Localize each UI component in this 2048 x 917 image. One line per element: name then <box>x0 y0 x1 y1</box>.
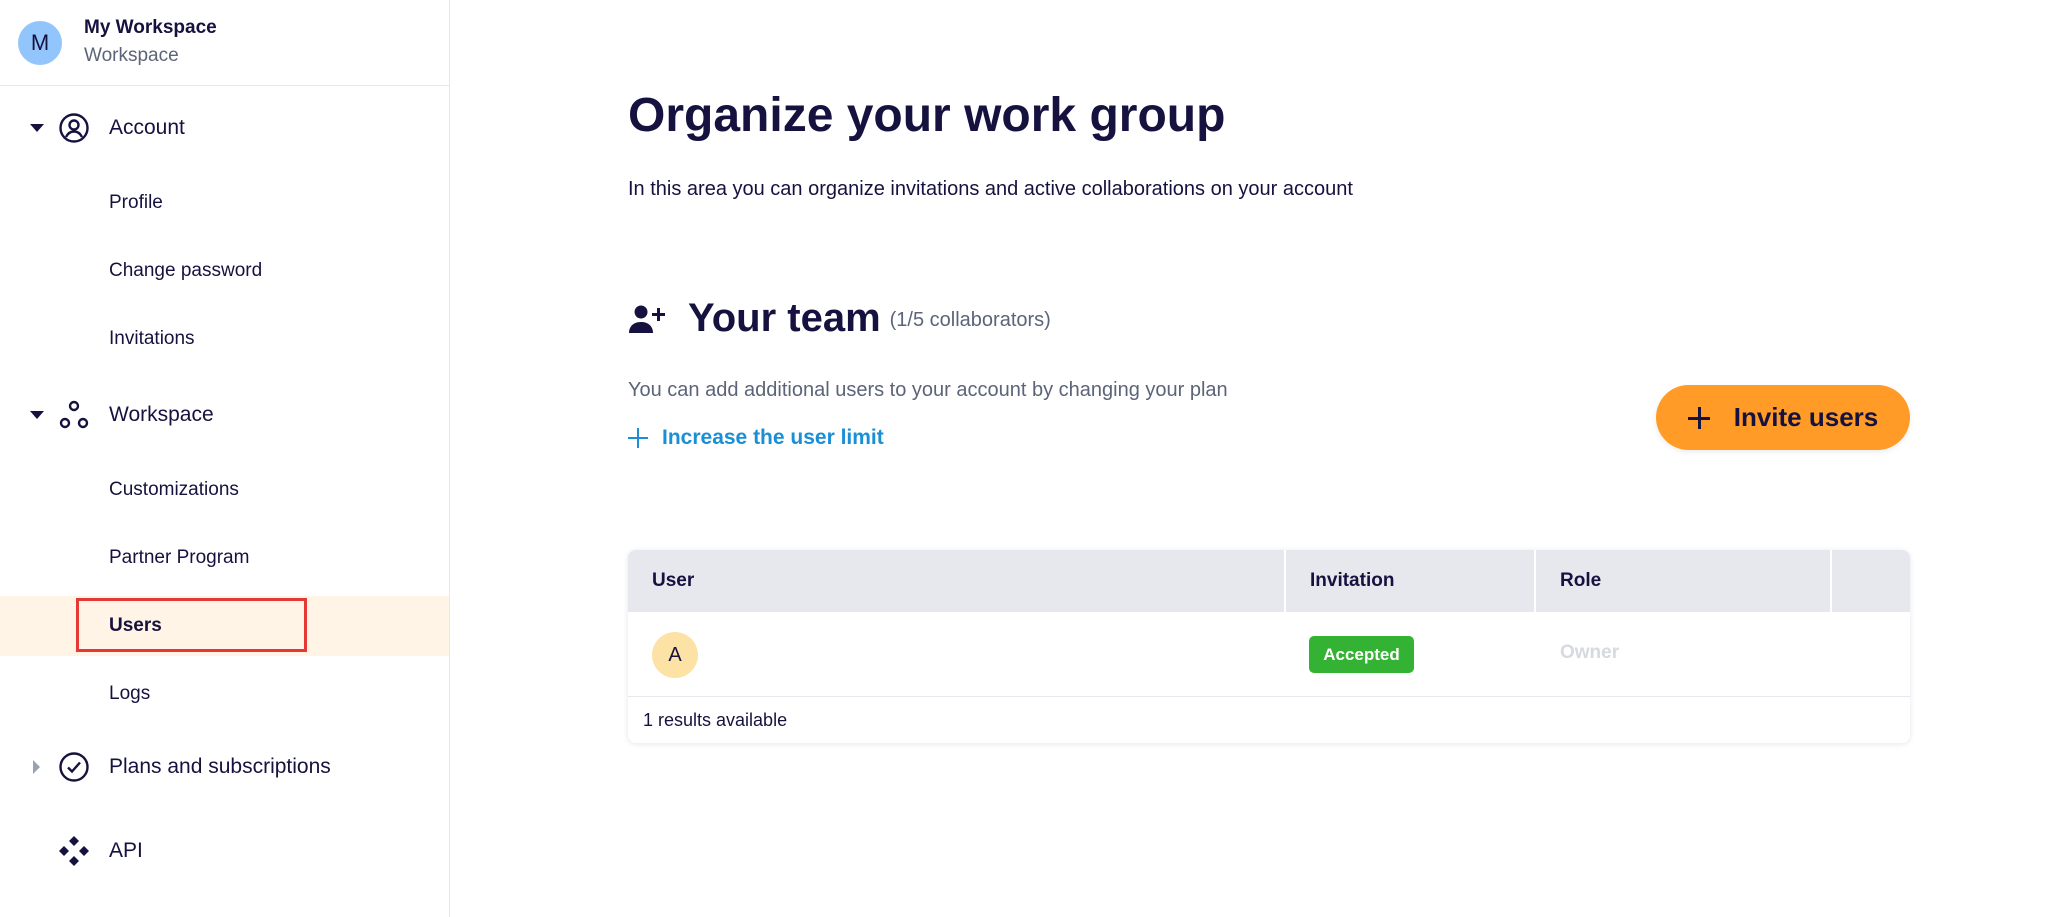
caret-down-icon <box>30 411 44 419</box>
sidebar-group-workspace[interactable]: Workspace <box>0 385 449 445</box>
increase-user-limit-label: Increase the user limit <box>662 426 884 449</box>
caret-right-icon <box>33 760 40 774</box>
add-user-icon <box>628 301 668 337</box>
sidebar-item-invitations[interactable]: Invitations <box>0 309 449 369</box>
page-description: In this area you can organize invitation… <box>628 178 1353 200</box>
sidebar-item-label: Logs <box>109 683 151 704</box>
page-title: Organize your work group <box>628 89 1226 142</box>
invitation-status-badge: Accepted <box>1309 636 1414 673</box>
team-header: Your team (1/5 collaborators) <box>628 296 1051 341</box>
api-diamonds-icon <box>56 833 92 869</box>
increase-user-limit-link[interactable]: Increase the user limit <box>628 426 884 450</box>
workspace-subtitle: Workspace <box>84 44 179 66</box>
sidebar-item-change-password[interactable]: Change password <box>0 241 449 301</box>
sidebar-item-label: Change password <box>109 260 263 281</box>
sidebar-item-label: Partner Program <box>109 547 250 568</box>
sidebar-group-plans[interactable]: Plans and subscriptions <box>0 737 449 797</box>
results-count: 1 results available <box>643 710 788 730</box>
sidebar-group-account[interactable]: Account <box>0 98 449 158</box>
sidebar-item-customizations[interactable]: Customizations <box>0 460 449 520</box>
sidebar-group-label: API <box>109 839 143 862</box>
column-header-user[interactable]: User <box>628 550 1284 612</box>
workspace-header[interactable]: M My Workspace Workspace <box>0 0 449 86</box>
column-header-role[interactable]: Role <box>1534 550 1830 612</box>
check-circle-icon <box>56 749 92 785</box>
table-header: User Invitation Role <box>628 550 1910 612</box>
sidebar-item-label: Customizations <box>109 479 239 500</box>
sidebar-group-label: Plans and subscriptions <box>109 755 331 778</box>
column-header-invitation[interactable]: Invitation <box>1284 550 1534 612</box>
sidebar-item-label: Invitations <box>109 328 195 349</box>
sidebar-group-api[interactable]: API <box>0 821 449 881</box>
workspace-info: My Workspace Workspace <box>84 15 217 71</box>
team-note: You can add additional users to your acc… <box>628 379 1228 401</box>
invite-users-button[interactable]: Invite users <box>1656 385 1910 450</box>
caret-down-icon <box>30 124 44 132</box>
invite-users-label: Invite users <box>1733 402 1879 432</box>
users-table: User Invitation Role A Accepted Owner 1 … <box>628 550 1910 743</box>
sidebar-group-label: Workspace <box>109 403 214 426</box>
plus-icon <box>1687 406 1710 429</box>
team-title: Your team <box>688 296 881 340</box>
focus-highlight <box>76 598 307 652</box>
user-circle-icon <box>56 110 92 146</box>
table-row[interactable]: A Accepted Owner <box>628 612 1910 697</box>
nodes-icon <box>56 397 92 433</box>
user-role: Owner <box>1560 642 1620 663</box>
workspace-avatar: M <box>18 20 62 65</box>
sidebar-item-partner-program[interactable]: Partner Program <box>0 528 449 588</box>
user-avatar: A <box>652 632 698 678</box>
sidebar-item-label: Profile <box>109 192 163 213</box>
plus-icon <box>628 428 648 448</box>
column-header-actions <box>1830 550 1910 612</box>
workspace-name: My Workspace <box>84 16 217 38</box>
collaborator-count: (1/5 collaborators) <box>889 309 1051 331</box>
sidebar: M My Workspace Workspace Account Profile… <box>0 0 450 917</box>
sidebar-group-label: Account <box>109 116 185 139</box>
sidebar-item-logs[interactable]: Logs <box>0 664 449 724</box>
sidebar-item-profile[interactable]: Profile <box>0 173 449 233</box>
